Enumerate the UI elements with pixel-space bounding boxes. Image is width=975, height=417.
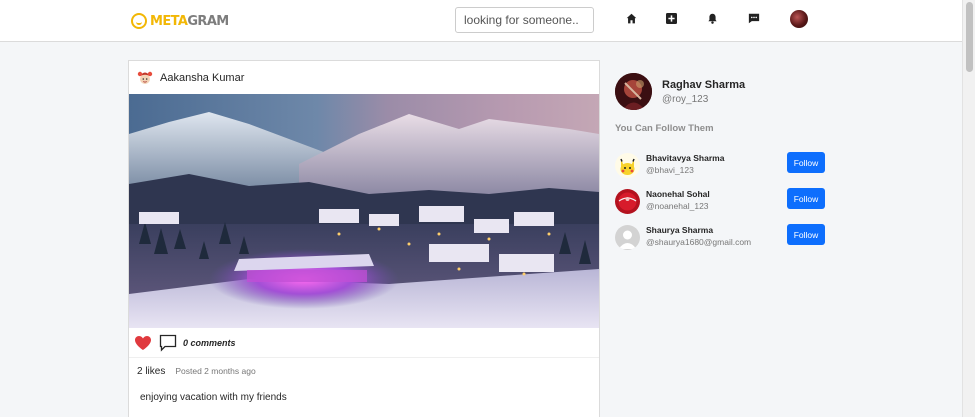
top-navbar: METAGRAM (0, 0, 962, 42)
logo-text-meta: META (150, 13, 188, 29)
post-author-avatar[interactable] (137, 70, 153, 86)
suggestion-item: Naonehal Sohal @noanehal_123 Follow (615, 188, 830, 214)
suggestion-name[interactable]: Naonehal Sohal (646, 189, 710, 199)
suggestion-avatar[interactable] (615, 189, 640, 214)
logo-text-gram: GRAM (187, 13, 229, 29)
search-input[interactable] (455, 7, 594, 33)
comments-count-link[interactable]: 0 comments (183, 338, 236, 348)
bell-icon[interactable] (706, 12, 718, 24)
suggestion-avatar[interactable] (615, 153, 640, 178)
user-avatar-nav[interactable] (790, 10, 808, 28)
heart-like-icon[interactable] (134, 335, 152, 351)
page-scrollbar[interactable] (962, 0, 975, 417)
suggestion-name[interactable]: Shaurya Sharma (646, 225, 713, 235)
profile-name[interactable]: Raghav Sharma (662, 79, 745, 91)
post-header: Aakansha Kumar (129, 61, 599, 94)
suggestion-item: Shaurya Sharma @shaurya1680@gmail.com Fo… (615, 224, 830, 250)
post-meta: 2 likes Posted 2 months ago (137, 366, 256, 377)
suggestion-avatar[interactable] (615, 225, 640, 250)
scrollbar-thumb[interactable] (966, 2, 973, 72)
follow-button[interactable]: Follow (787, 152, 825, 173)
post-caption: enjoying vacation with my friends (140, 392, 287, 403)
profile-avatar[interactable] (615, 73, 652, 110)
metagram-logo[interactable]: METAGRAM (131, 11, 229, 31)
suggestion-handle: @bhavi_123 (646, 165, 694, 175)
comment-icon[interactable] (159, 334, 177, 352)
post-actions-bar: 0 comments (129, 329, 599, 358)
suggestion-handle: @noanehal_123 (646, 201, 709, 211)
profile-handle: @roy_123 (662, 94, 709, 105)
logo-smiley-icon (131, 13, 147, 29)
follow-button[interactable]: Follow (787, 224, 825, 245)
follow-button[interactable]: Follow (787, 188, 825, 209)
suggestion-item: Bhavitavya Sharma @bhavi_123 Follow (615, 152, 830, 178)
suggestion-handle: @shaurya1680@gmail.com (646, 237, 752, 247)
post-photo (129, 94, 599, 328)
suggestions-title: You Can Follow Them (615, 123, 714, 134)
chat-icon[interactable] (748, 12, 760, 24)
post-author-name[interactable]: Aakansha Kumar (160, 72, 244, 84)
post-card: Aakansha Kumar 0 comments 2 likes Posted… (128, 60, 600, 417)
suggestion-name[interactable]: Bhavitavya Sharma (646, 153, 724, 163)
plus-square-icon[interactable] (665, 12, 677, 24)
post-timestamp: Posted 2 months ago (175, 366, 256, 376)
likes-count: 2 likes (137, 366, 166, 377)
home-icon[interactable] (625, 12, 637, 24)
